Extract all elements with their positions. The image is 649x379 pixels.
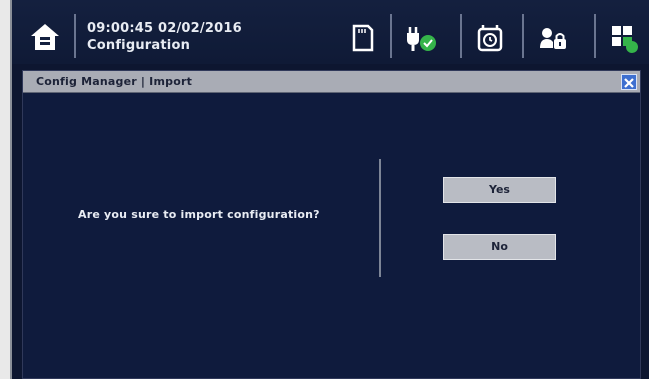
alarm-clock-icon[interactable] [472,20,508,56]
toolbar-separator [460,14,462,58]
confirm-message: Are you sure to import configuration? [78,208,320,221]
toolbar-separator [594,14,596,58]
dialog-divider [379,159,381,277]
header-status: 09:00:45 02/02/2016 Configuration [87,20,242,54]
timestamp: 09:00:45 02/02/2016 [87,21,242,36]
dialog-titlebar: Config Manager | Import [23,71,640,93]
close-button[interactable] [621,74,637,90]
yes-button[interactable]: Yes [443,177,556,203]
close-icon [624,78,634,88]
top-bar: 09:00:45 02/02/2016 Configuration [12,0,649,64]
home-icon[interactable] [28,22,62,52]
import-dialog: Config Manager | Import Are you sure to … [22,70,641,379]
power-plug-ok-icon[interactable] [402,20,438,56]
toolbar-separator [74,14,76,58]
user-lock-icon[interactable] [534,20,570,56]
dialog-title: Config Manager | Import [36,75,193,88]
grid-status-icon[interactable] [606,20,642,56]
sd-card-icon[interactable] [344,20,380,56]
no-button[interactable]: No [443,234,556,260]
toolbar-separator [390,14,392,58]
screen-name: Configuration [87,38,191,53]
toolbar-separator [522,14,524,58]
